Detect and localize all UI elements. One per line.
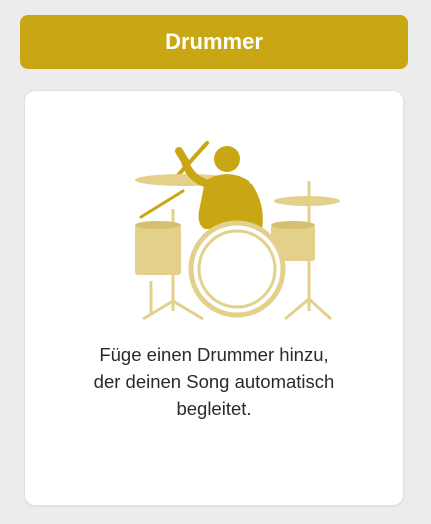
drummer-card[interactable]: Füge einen Drummer hinzu, der deinen Son… (25, 91, 403, 505)
drummer-description: Füge einen Drummer hinzu, der deinen Son… (25, 341, 403, 422)
add-drummer-button-label: Drummer (165, 29, 263, 54)
description-line: begleitet. (176, 398, 252, 419)
drummer-kit-icon (125, 121, 345, 331)
description-line: Füge einen Drummer hinzu, (99, 344, 329, 365)
description-line: der deinen Song automatisch (93, 371, 335, 392)
add-drummer-button[interactable]: Drummer (20, 15, 408, 69)
